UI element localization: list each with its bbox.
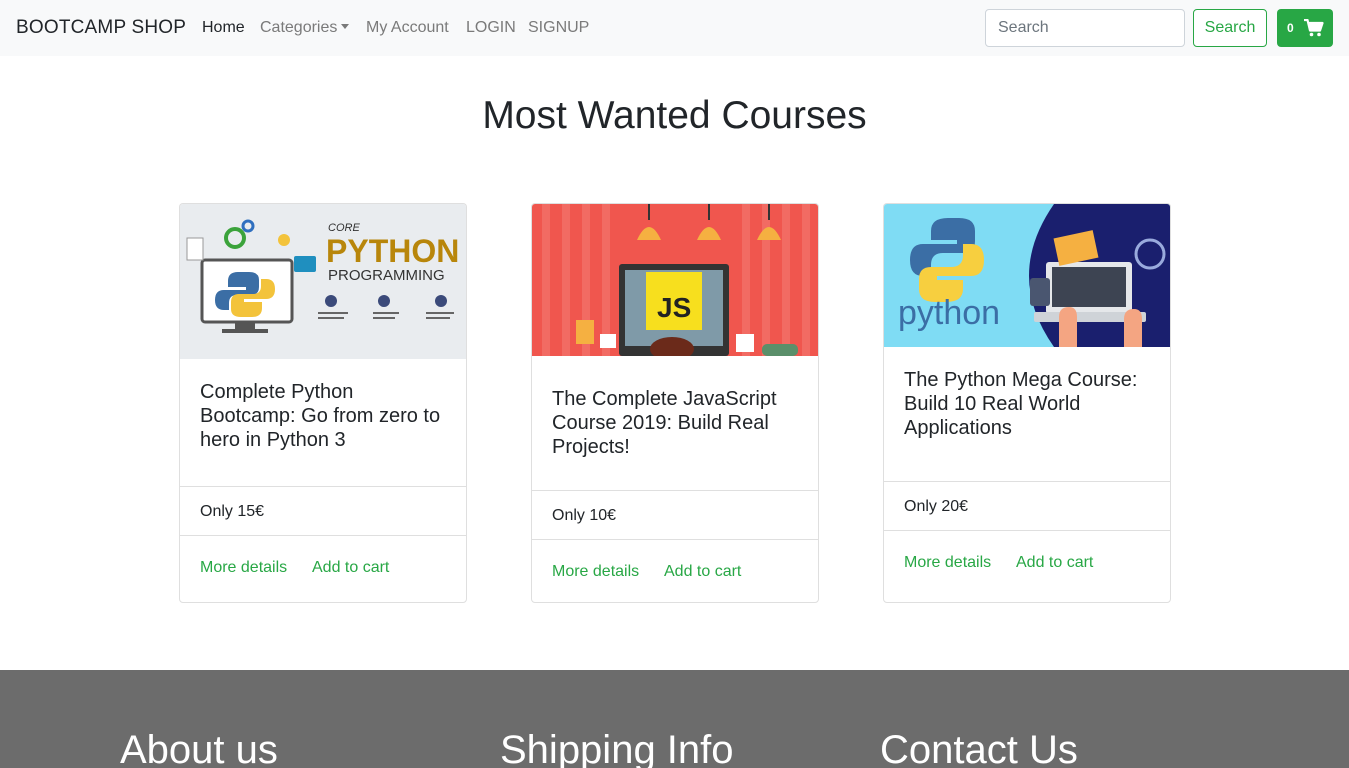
search-input[interactable] — [985, 9, 1185, 47]
add-to-cart-link[interactable]: Add to cart — [312, 559, 389, 577]
divider — [180, 535, 466, 536]
brand-logo[interactable]: BOOTCAMP SHOP — [16, 17, 186, 39]
footer-contact-heading: Contact Us — [880, 728, 1078, 768]
course-card: CORE PYTHON PROGRAMMING Complete Python … — [179, 203, 467, 603]
divider — [884, 481, 1170, 482]
footer: About us Shipping Info Contact Us — [0, 670, 1349, 768]
footer-shipping-heading: Shipping Info — [500, 728, 734, 768]
add-to-cart-link[interactable]: Add to cart — [1016, 554, 1093, 572]
nav-login[interactable]: LOGIN — [466, 19, 516, 37]
image-text-python-word: python — [898, 294, 1000, 332]
course-card: python The Python Mega Course: Build 10 … — [883, 203, 1171, 603]
add-to-cart-link[interactable]: Add to cart — [664, 563, 741, 581]
divider — [532, 490, 818, 491]
course-card: JS The Complete JavaScript Course 2019: … — [531, 203, 819, 603]
cart-button[interactable]: 0 — [1277, 9, 1333, 47]
more-details-link[interactable]: More details — [552, 563, 639, 581]
nav-signup[interactable]: SIGNUP — [528, 19, 589, 37]
more-details-link[interactable]: More details — [904, 554, 991, 572]
course-image-python-bootcamp[interactable]: CORE PYTHON PROGRAMMING — [180, 204, 466, 359]
divider — [884, 530, 1170, 531]
shopping-cart-icon — [1304, 19, 1324, 37]
course-title: The Python Mega Course: Build 10 Real Wo… — [904, 369, 1138, 439]
course-price: Only 20€ — [904, 498, 969, 515]
nav-categories-dropdown[interactable]: Categories — [260, 19, 350, 37]
footer-about-heading: About us — [120, 728, 278, 768]
nav-home[interactable]: Home — [202, 19, 245, 37]
course-price: Only 10€ — [552, 507, 617, 524]
divider — [532, 539, 818, 540]
course-title: Complete Python Bootcamp: Go from zero t… — [200, 381, 441, 451]
caret-down-icon — [341, 24, 350, 29]
image-text-js: JS — [657, 292, 691, 323]
cart-count-badge: 0 — [1287, 21, 1294, 35]
image-text-python: PYTHON — [326, 233, 459, 269]
divider — [180, 486, 466, 487]
course-price: Only 15€ — [200, 503, 265, 520]
course-title: The Complete JavaScript Course 2019: Bui… — [552, 388, 777, 458]
search-button[interactable]: Search — [1193, 9, 1267, 47]
image-text-programming: PROGRAMMING — [328, 267, 445, 284]
course-image-python-mega[interactable]: python — [884, 204, 1170, 347]
nav-my-account[interactable]: My Account — [366, 19, 449, 37]
navbar: BOOTCAMP SHOP Home Categories My Account… — [0, 0, 1349, 56]
more-details-link[interactable]: More details — [200, 559, 287, 577]
course-image-javascript[interactable]: JS — [532, 204, 818, 366]
nav-categories-label: Categories — [260, 19, 338, 36]
page-title: Most Wanted Courses — [482, 94, 867, 137]
